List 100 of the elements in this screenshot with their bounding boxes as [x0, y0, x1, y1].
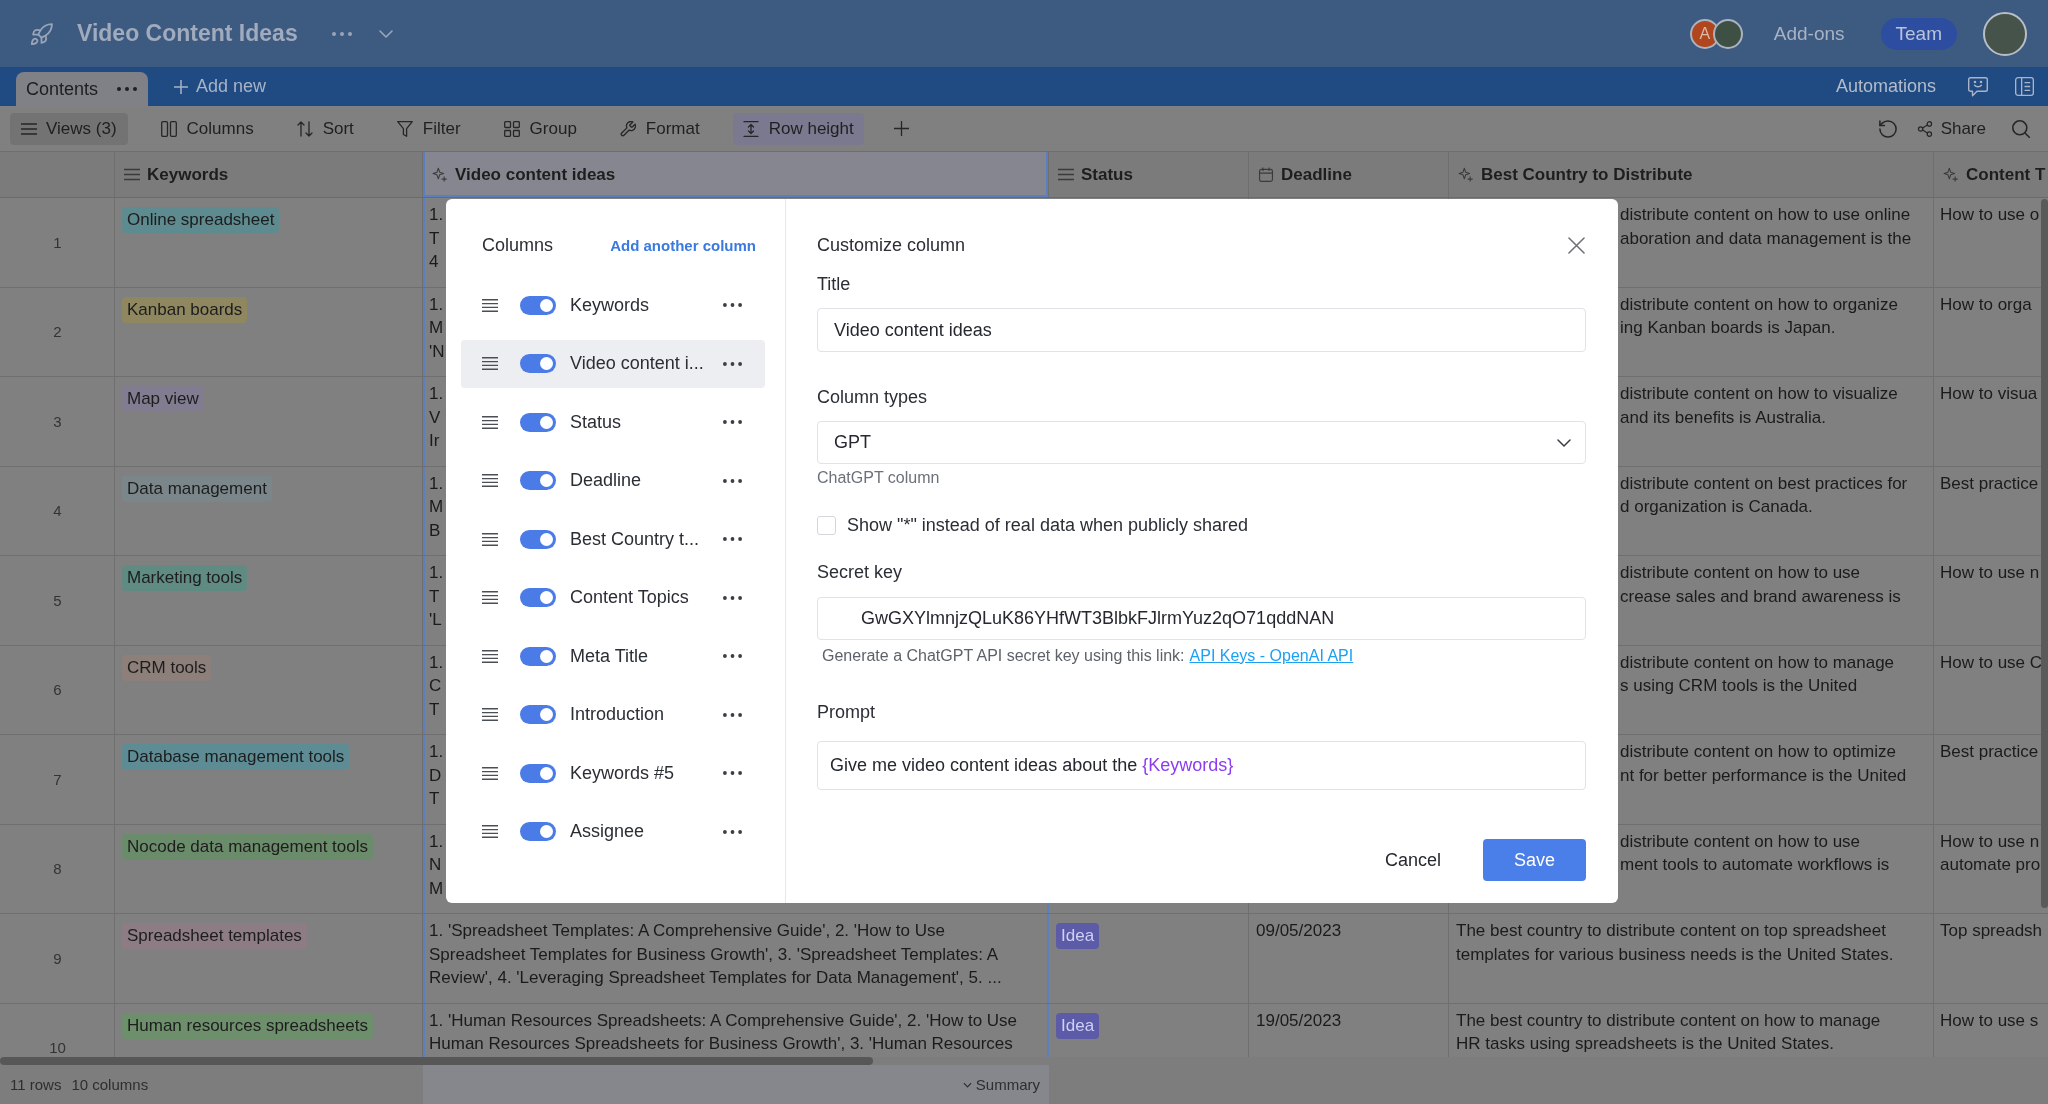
drag-handle-icon[interactable] — [482, 591, 498, 604]
toggle-switch[interactable] — [520, 822, 556, 841]
row-number: 5 — [53, 592, 62, 608]
scrollbar-thumb[interactable] — [2041, 199, 2048, 908]
toggle-switch[interactable] — [520, 354, 556, 373]
checkbox-label[interactable]: Show "*" instead of real data when publicly shared — [847, 514, 1249, 536]
chevron-down-icon — [1557, 438, 1571, 447]
column-header[interactable]: Status — [1049, 152, 1249, 197]
close-icon[interactable] — [1568, 236, 1585, 254]
variable-token: {Keywords} — [1142, 755, 1234, 776]
table-cell-text: 1. V Ir — [429, 383, 444, 452]
table-cell-text: 1. D T — [429, 741, 444, 810]
column-item[interactable]: Meta Title — [461, 632, 765, 680]
drag-handle-icon[interactable] — [482, 474, 498, 487]
column-item[interactable]: Introduction — [461, 690, 765, 739]
checkbox[interactable] — [817, 515, 836, 535]
more-icon[interactable] — [723, 478, 742, 483]
tab[interactable]: Contents — [16, 72, 149, 106]
table-cell-text: distribute content on how to use ment tools to automate workflows is — [1620, 830, 1890, 876]
user-avatar[interactable] — [1712, 18, 1743, 49]
column-item[interactable]: Deadline — [461, 456, 765, 505]
column-header[interactable]: Best Country to Distribute — [1449, 152, 1934, 197]
prompt-field[interactable]: Give me video content ideas about the {Keywords} — [817, 741, 1586, 790]
toggle-switch[interactable] — [520, 588, 556, 607]
drag-handle-icon[interactable] — [482, 766, 498, 780]
drag-handle-icon[interactable] — [482, 649, 498, 663]
group-button[interactable]: Group — [493, 112, 587, 145]
sparkle-icon — [1458, 167, 1474, 182]
drag-handle-icon[interactable] — [482, 532, 498, 546]
history-icon[interactable] — [1878, 119, 1897, 138]
table-cell-text: Best practice — [1940, 741, 2039, 763]
table-cell-text: How to use n automate pro — [1940, 830, 2041, 876]
toggle-switch[interactable] — [520, 763, 556, 783]
summary-button[interactable]: Summary — [962, 1076, 1040, 1093]
column-item[interactable]: Video content i... — [461, 339, 765, 388]
views-button[interactable]: Views (3) — [10, 112, 128, 145]
more-icon[interactable] — [723, 654, 742, 658]
more-icon[interactable] — [723, 829, 742, 834]
drag-handle-icon[interactable] — [482, 708, 498, 721]
user-avatar[interactable] — [1983, 11, 2027, 56]
format-button[interactable]: Format — [609, 112, 710, 145]
add-ons-button[interactable]: Add-ons — [1773, 22, 1845, 45]
more-icon[interactable] — [723, 771, 742, 775]
grid-icon — [503, 120, 520, 137]
wrench-icon — [619, 120, 636, 137]
automations-button[interactable]: Automations — [1835, 76, 1936, 97]
toggle-switch[interactable] — [520, 295, 556, 315]
more-icon[interactable] — [723, 420, 742, 424]
column-item[interactable]: Assignee — [461, 807, 765, 856]
add-column-link[interactable]: Add another column — [610, 236, 756, 254]
share-button[interactable]: Share — [1908, 112, 1994, 145]
table-cell-text: Best practice — [1940, 472, 2039, 495]
table-cell-text: distribute content on how to use crease sales and brand awareness is — [1620, 562, 1901, 608]
column-header[interactable]: Video content ideas — [423, 152, 1049, 197]
column-item[interactable]: Content Topics — [461, 573, 765, 622]
column-item[interactable]: Status — [461, 398, 765, 446]
more-icon[interactable] — [723, 712, 742, 717]
cancel-button[interactable]: Cancel — [1364, 839, 1461, 881]
drag-handle-icon[interactable] — [482, 415, 498, 429]
toggle-switch[interactable] — [520, 646, 556, 666]
sort-icon — [296, 120, 313, 137]
toggle-switch[interactable] — [520, 705, 556, 724]
toggle-switch[interactable] — [520, 471, 556, 490]
sort-button[interactable]: Sort — [286, 112, 364, 145]
row-number: 3 — [53, 413, 62, 429]
columns-button[interactable]: Columns — [150, 112, 264, 145]
search-icon[interactable] — [2012, 119, 2030, 138]
team-button[interactable]: Team — [1880, 17, 1957, 50]
secret-key-input[interactable]: GwGXYlmnjzQLuK86YHfWT3BlbkFJlrmYuz2qO71qddNAN — [817, 597, 1586, 640]
table-cell-text: Top spreadsh — [1940, 920, 2043, 942]
scrollbar-thumb[interactable] — [0, 1057, 873, 1065]
more-icon[interactable] — [723, 361, 742, 366]
rowheight-button[interactable]: Row height — [732, 112, 864, 145]
column-header[interactable]: Content T — [1934, 152, 2048, 197]
more-icon[interactable] — [723, 303, 742, 307]
drag-handle-icon[interactable] — [482, 298, 498, 312]
chat-icon[interactable] — [1968, 76, 1988, 97]
more-icon[interactable] — [723, 595, 742, 600]
plus-icon[interactable] — [893, 121, 909, 136]
field-hint: ChatGPT column — [817, 469, 941, 487]
more-icon[interactable] — [117, 87, 138, 91]
sidebar-icon[interactable] — [2015, 77, 2034, 96]
more-icon[interactable] — [723, 537, 742, 541]
save-button[interactable]: Save — [1483, 839, 1586, 881]
column-item[interactable]: Keywords — [461, 281, 765, 329]
sparkle-icon — [1943, 167, 1959, 182]
toggle-switch[interactable] — [520, 412, 556, 432]
drag-handle-icon[interactable] — [482, 825, 498, 838]
drag-handle-icon[interactable] — [482, 357, 498, 370]
filter-button[interactable]: Filter — [386, 112, 471, 145]
column-item[interactable]: Keywords #5 — [461, 749, 765, 797]
column-type-select[interactable]: GPT — [817, 421, 1586, 464]
column-item[interactable]: Best Country t... — [461, 515, 765, 563]
chevron-down-icon[interactable] — [378, 29, 393, 38]
title-input[interactable]: Video content ideas — [817, 308, 1586, 352]
add-new-button[interactable]: Add new — [174, 76, 267, 97]
column-header[interactable]: Deadline — [1249, 152, 1449, 197]
api-keys-link[interactable]: API Keys - OpenAI API — [1189, 647, 1354, 664]
row-number: 6 — [53, 682, 62, 698]
toggle-switch[interactable] — [520, 529, 556, 549]
